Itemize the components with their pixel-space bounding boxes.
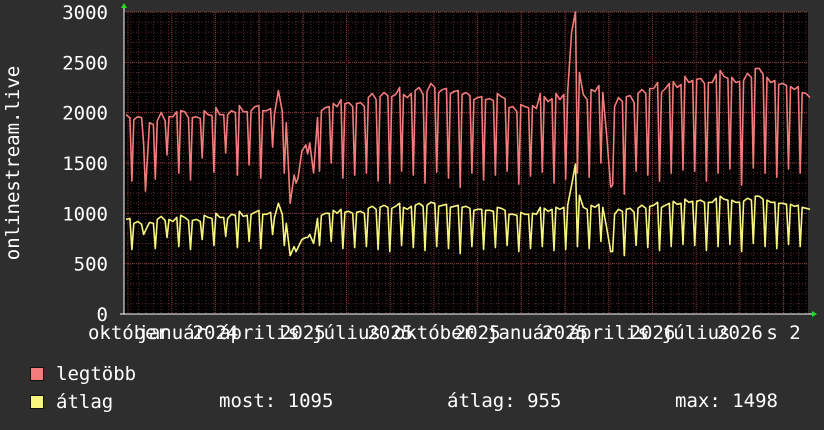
stat-current: most: 1095: [219, 390, 334, 412]
stat-max: max: 1498: [675, 390, 778, 412]
line-chart: 050010001500200025003000októberjanuár202…: [2, 2, 817, 344]
y-tick-label: 1500: [62, 153, 108, 175]
x-axis-arrow: [812, 311, 817, 317]
y-tick-label: 3000: [62, 2, 108, 24]
chart-panel: 0 500 1000 1500 2000 2500 3000 október január 202…: [0, 0, 824, 430]
y-tick-label: 2500: [62, 52, 108, 74]
y-axis-label: onlinestream.live: [2, 66, 24, 260]
y-tick-label: 1000: [62, 203, 108, 225]
y-tick-label: 500: [74, 254, 108, 276]
legend-swatch-atlag: [30, 395, 44, 409]
legend-item-atlag: átlag: [30, 391, 113, 413]
stat-average: átlag: 955: [447, 390, 562, 412]
x-tick-label: 2026: [717, 322, 763, 344]
legend-item-legtobb: legtöbb: [30, 363, 136, 385]
legend-label-legtobb: legtöbb: [56, 363, 137, 385]
y-axis-arrow: [121, 3, 127, 8]
y-tick-label: 2000: [62, 103, 108, 125]
legend-swatch-legtobb: [30, 367, 44, 381]
legend-label-atlag: átlag: [56, 391, 114, 413]
x-tick-label: s 2: [766, 322, 800, 344]
